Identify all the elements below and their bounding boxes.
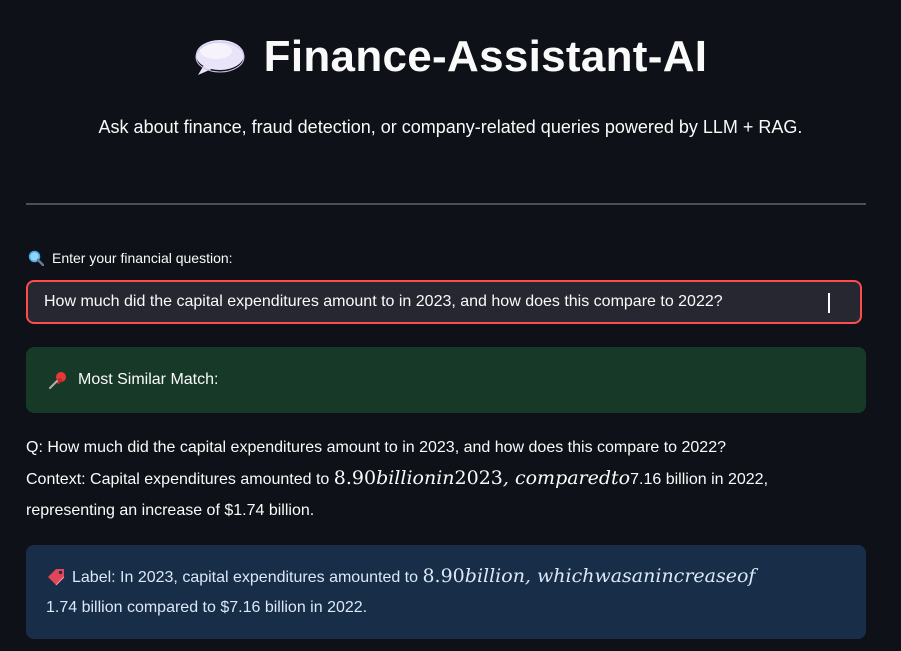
label-tag-icon [46,562,66,592]
context-suffix: 7.16 billion in 2022, [630,471,769,488]
pushpin-icon [48,370,68,390]
page-subtitle: Ask about finance, fraud detection, or c… [98,117,803,137]
label-line-2: 1.74 billion compared to $7.16 billion i… [46,599,368,616]
label-prefix: Label: In 2023, capital expenditures amo… [72,569,423,586]
context-prefix: Context: Capital expenditures amounted t… [26,471,334,488]
match-heading: Most Similar Match: [78,371,219,388]
question-line: Q: How much did the capital expenditures… [26,439,726,456]
label-info-box: Label: In 2023, capital expenditures amo… [26,545,866,639]
page-title: Finance-Assistant-AI [263,32,708,81]
context-line: Context: Capital expenditures amounted t… [26,463,876,495]
match-result-text: Q: How much did the capital expenditures… [26,432,876,526]
divider [26,203,866,205]
magnifier-icon [28,249,44,267]
label-math: 8.90billion, whichwasanincreaseof [422,565,756,587]
question-input-box[interactable] [26,280,862,324]
most-similar-match-box: Most Similar Match: [26,347,866,413]
text-cursor [828,293,830,313]
label-line-1: Label: In 2023, capital expenditures amo… [46,561,846,593]
speech-balloon-icon [194,37,246,77]
question-input[interactable] [44,293,860,311]
title-row: Finance-Assistant-AI [0,32,901,82]
context-math: 8.90billionin2023, comparedto [333,467,631,489]
question-label: Enter your financial question: [28,249,233,267]
question-label-text: Enter your financial question: [52,249,233,266]
context-line-3: representing an increase of $1.74 billio… [26,502,315,519]
app-page: Finance-Assistant-AI Ask about finance, … [0,0,901,651]
